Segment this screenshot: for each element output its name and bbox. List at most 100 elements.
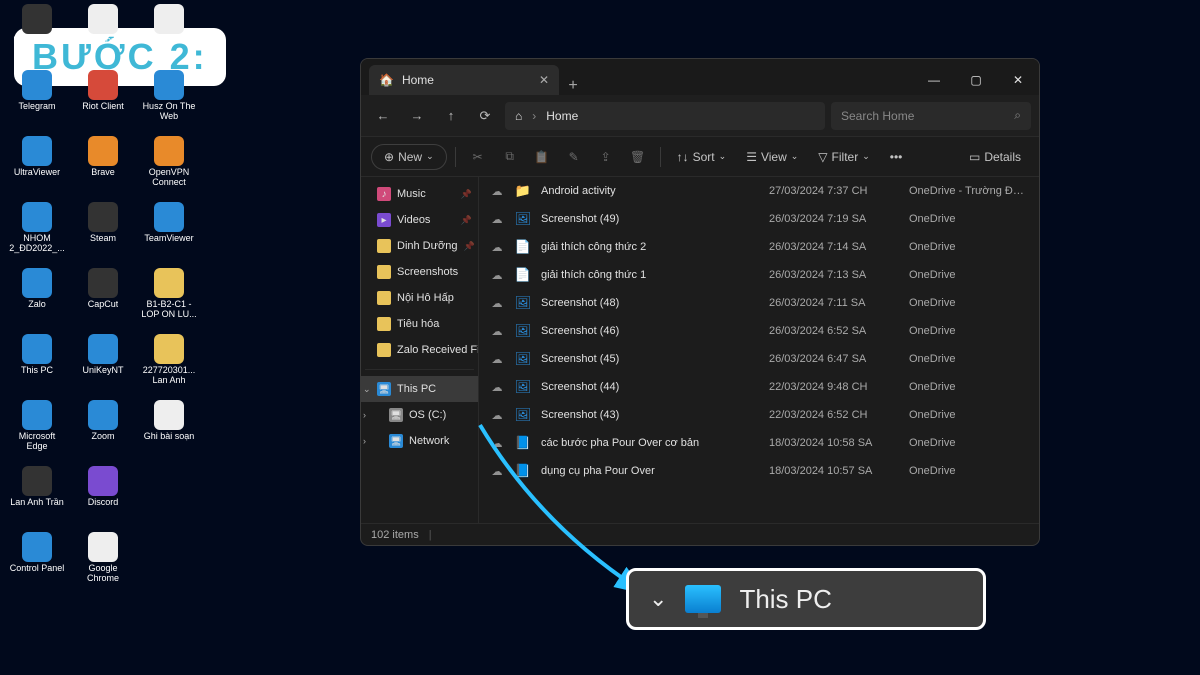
sidebar-item[interactable]: Dinh Dưỡng📌 bbox=[361, 233, 478, 259]
desktop-icon[interactable]: Lan Anh Trần bbox=[6, 462, 68, 526]
desktop-icon[interactable]: Discord bbox=[72, 462, 134, 526]
tab-home[interactable]: 🏠 Home ✕ bbox=[369, 65, 559, 95]
desktop-icon[interactable]: Steam bbox=[72, 198, 134, 262]
share-icon[interactable]: ⇪ bbox=[592, 144, 620, 170]
sidebar-item-network[interactable]: ›🖥Network bbox=[361, 428, 478, 454]
sidebar-item[interactable]: ▸Videos📌 bbox=[361, 207, 478, 233]
desktop-icon[interactable]: CapCut bbox=[72, 264, 134, 328]
file-row[interactable]: ☁📘dụng cụ pha Pour Over18/03/2024 10:57 … bbox=[479, 457, 1039, 485]
file-date: 26/03/2024 7:19 SA bbox=[769, 213, 899, 225]
file-row[interactable]: ☁📁Android activity27/03/2024 7:37 CHOneD… bbox=[479, 177, 1039, 205]
sort-button[interactable]: ↑↓ Sort ⌄ bbox=[669, 144, 735, 170]
file-date: 26/03/2024 7:13 SA bbox=[769, 269, 899, 281]
maximize-button[interactable]: ▢ bbox=[955, 65, 997, 95]
app-icon bbox=[22, 400, 52, 430]
file-location: OneDrive bbox=[909, 297, 1029, 309]
rename-icon[interactable]: ✎ bbox=[560, 144, 588, 170]
folder-icon: ▸ bbox=[377, 213, 391, 227]
file-location: OneDrive bbox=[909, 381, 1029, 393]
search-input[interactable]: Search Home ⌕ bbox=[831, 102, 1031, 130]
paste-icon[interactable]: 📋 bbox=[528, 144, 556, 170]
desktop-icon[interactable]: Notion bbox=[72, 0, 134, 64]
file-row[interactable]: ☁🖼Screenshot (45)26/03/2024 6:47 SAOneDr… bbox=[479, 345, 1039, 373]
filter-button[interactable]: ▽ Filter ⌄ bbox=[810, 144, 877, 170]
app-icon bbox=[22, 466, 52, 496]
new-tab-button[interactable]: + bbox=[559, 77, 587, 95]
file-icon: 🖼 bbox=[515, 379, 531, 395]
sidebar-item-os-c-[interactable]: ›🖥OS (C:) bbox=[361, 402, 478, 428]
sidebar-label: Music bbox=[397, 188, 426, 200]
file-row[interactable]: ☁🖼Screenshot (46)26/03/2024 6:52 SAOneDr… bbox=[479, 317, 1039, 345]
cut-icon[interactable]: ✂ bbox=[464, 144, 492, 170]
file-row[interactable]: ☁📄giải thích công thức 226/03/2024 7:14 … bbox=[479, 233, 1039, 261]
forward-button[interactable]: → bbox=[403, 102, 431, 130]
new-button[interactable]: ⊕ New ⌄ bbox=[371, 144, 447, 170]
icon-label: UltraViewer bbox=[14, 168, 60, 178]
more-button[interactable]: ••• bbox=[882, 144, 911, 170]
file-row[interactable]: ☁🖼Screenshot (49)26/03/2024 7:19 SAOneDr… bbox=[479, 205, 1039, 233]
desktop-icon[interactable]: Zalo bbox=[6, 264, 68, 328]
sidebar-item-this-pc[interactable]: ⌄🖥This PC bbox=[361, 376, 478, 402]
sidebar-item[interactable]: Screenshots bbox=[361, 259, 478, 285]
chevron-down-icon: ⌄ bbox=[649, 586, 667, 612]
cloud-icon: ☁ bbox=[489, 437, 505, 450]
details-button[interactable]: ▭ Details bbox=[961, 144, 1029, 170]
desktop-icon[interactable]: Zoom bbox=[72, 396, 134, 460]
desktop-icon[interactable]: Chrome bbox=[138, 0, 200, 64]
desktop-icon[interactable]: UniKeyNT bbox=[72, 330, 134, 394]
desktop-icon[interactable]: Recycle Bin bbox=[6, 0, 68, 64]
sidebar-item[interactable]: Zalo Received Fi bbox=[361, 337, 478, 363]
delete-icon[interactable]: 🗑 bbox=[624, 144, 652, 170]
icon-label: Brave bbox=[91, 168, 115, 178]
up-button[interactable]: ↑ bbox=[437, 102, 465, 130]
desktop-icon[interactable]: Telegram bbox=[6, 66, 68, 130]
file-row[interactable]: ☁🖼Screenshot (48)26/03/2024 7:11 SAOneDr… bbox=[479, 289, 1039, 317]
desktop-icon[interactable]: B1-B2-C1 - LOP ON LU... bbox=[138, 264, 200, 328]
drive-icon: 🖥 bbox=[389, 408, 403, 422]
file-row[interactable]: ☁📘các bước pha Pour Over cơ bản18/03/202… bbox=[479, 429, 1039, 457]
file-row[interactable]: ☁📄giải thích công thức 126/03/2024 7:13 … bbox=[479, 261, 1039, 289]
icon-label: Telegram bbox=[18, 102, 55, 112]
folder-icon bbox=[377, 265, 391, 279]
icon-label: Notion bbox=[90, 36, 116, 46]
view-button[interactable]: ☰ View ⌄ bbox=[738, 144, 806, 170]
minimize-button[interactable]: — bbox=[913, 65, 955, 95]
copy-icon[interactable]: ⧉ bbox=[496, 144, 524, 170]
file-icon: 📄 bbox=[515, 267, 531, 283]
chevron-icon: ⌄ bbox=[363, 384, 371, 395]
icon-label: Ghi bài soạn bbox=[144, 432, 195, 442]
close-tab-icon[interactable]: ✕ bbox=[539, 73, 549, 87]
chevron-icon: › bbox=[363, 436, 366, 446]
desktop-icon[interactable]: Google Chrome bbox=[72, 528, 134, 592]
desktop-icon[interactable]: OpenVPN Connect bbox=[138, 132, 200, 196]
file-icon: 📘 bbox=[515, 463, 531, 479]
desktop-icon[interactable]: Control Panel bbox=[6, 528, 68, 592]
desktop-icon[interactable]: NHÓM 2_ĐD2022_... bbox=[6, 198, 68, 262]
desktop-icon[interactable]: 227720301... Lan Anh bbox=[138, 330, 200, 394]
desktop-icon[interactable]: Ghi bài soạn bbox=[138, 396, 200, 460]
chevron-right-icon: › bbox=[532, 109, 536, 123]
chevron-icon: › bbox=[363, 410, 366, 420]
file-location: OneDrive bbox=[909, 465, 1029, 477]
back-button[interactable]: ← bbox=[369, 102, 397, 130]
file-location: OneDrive bbox=[909, 241, 1029, 253]
refresh-button[interactable]: ⟳ bbox=[471, 102, 499, 130]
address-bar[interactable]: ⌂ › Home bbox=[505, 102, 825, 130]
sidebar-item[interactable]: Tiêu hóa bbox=[361, 311, 478, 337]
sidebar-item[interactable]: Nội Hô Hấp bbox=[361, 285, 478, 311]
cloud-icon: ☁ bbox=[489, 185, 505, 198]
desktop-icon[interactable]: This PC bbox=[6, 330, 68, 394]
desktop-icon[interactable]: Brave bbox=[72, 132, 134, 196]
file-row[interactable]: ☁🖼Screenshot (43)22/03/2024 6:52 CHOneDr… bbox=[479, 401, 1039, 429]
desktop-icon[interactable]: Microsoft Edge bbox=[6, 396, 68, 460]
desktop-icon[interactable]: TeamViewer bbox=[138, 198, 200, 262]
desktop-icon[interactable]: Riot Client bbox=[72, 66, 134, 130]
toolbar: ⊕ New ⌄ ✂ ⧉ 📋 ✎ ⇪ 🗑 ↑↓ Sort ⌄ ☰ View ⌄ ▽… bbox=[361, 137, 1039, 177]
sidebar-item[interactable]: ♪Music📌 bbox=[361, 181, 478, 207]
cloud-icon: ☁ bbox=[489, 465, 505, 478]
desktop-icon[interactable]: Husz On The Web bbox=[138, 66, 200, 130]
icon-label: Chrome bbox=[153, 36, 185, 46]
desktop-icon[interactable]: UltraViewer bbox=[6, 132, 68, 196]
close-button[interactable]: ✕ bbox=[997, 65, 1039, 95]
file-row[interactable]: ☁🖼Screenshot (44)22/03/2024 9:48 CHOneDr… bbox=[479, 373, 1039, 401]
